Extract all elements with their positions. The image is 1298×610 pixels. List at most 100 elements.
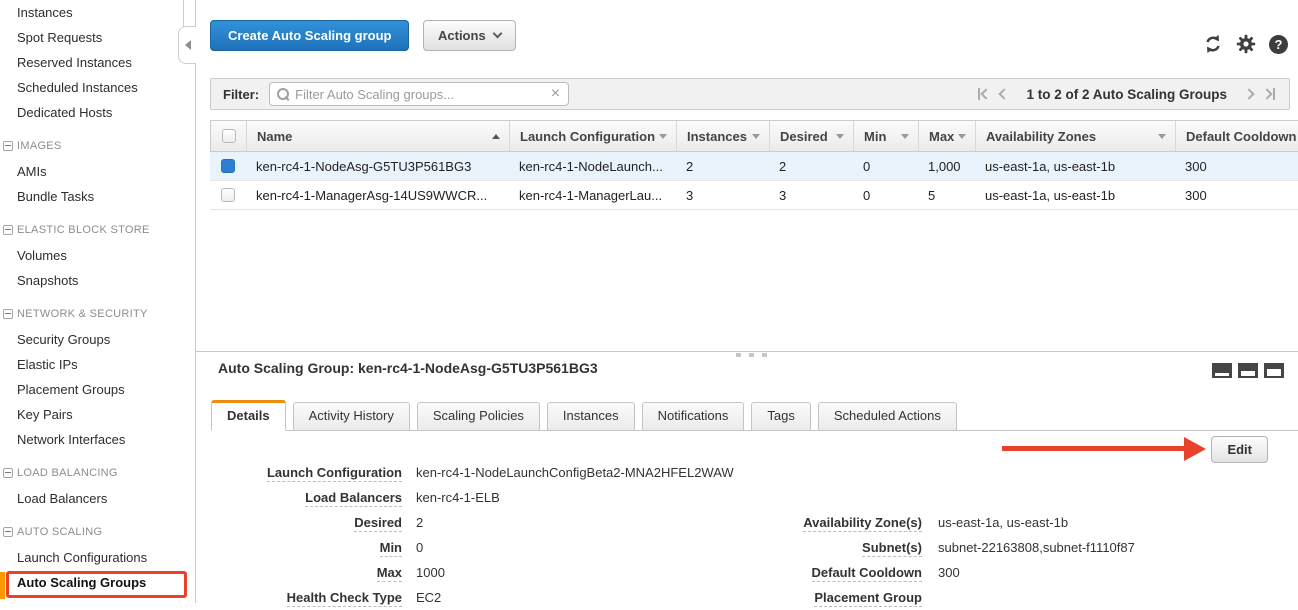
details-tab-bar: Details Activity History Scaling Policie… <box>211 402 1298 431</box>
sidebar-section-elastic-block-store[interactable]: ELASTIC BLOCK STORE <box>0 218 195 243</box>
detail-row: Launch Configuration ken-rc4-1-NodeLaunc… <box>218 460 734 485</box>
pane-layout-medium-icon[interactable] <box>1238 363 1258 378</box>
tab-tags[interactable]: Tags <box>751 402 810 430</box>
sidebar-item-amis[interactable]: AMIs <box>0 159 195 184</box>
row-checkbox-checked[interactable] <box>221 159 235 173</box>
sidebar-item-load-balancers[interactable]: Load Balancers <box>0 486 195 511</box>
filter-search-box[interactable]: × <box>269 82 569 106</box>
sidebar-item-security-groups[interactable]: Security Groups <box>0 327 195 352</box>
table-row[interactable]: ken-rc4-1-NodeAsg-G5TU3P561BG3 ken-rc4-1… <box>210 152 1298 181</box>
collapse-minus-icon[interactable] <box>3 225 13 235</box>
column-header-min[interactable]: Min <box>854 121 919 151</box>
tab-activity-history[interactable]: Activity History <box>293 402 410 430</box>
sidebar-item-instances[interactable]: Instances <box>0 0 195 25</box>
sidebar-item-elastic-ips[interactable]: Elastic IPs <box>0 352 195 377</box>
pane-resize-grip[interactable] <box>736 353 767 357</box>
tab-notifications[interactable]: Notifications <box>642 402 745 430</box>
sidebar-item-volumes[interactable]: Volumes <box>0 243 195 268</box>
table-row[interactable]: ken-rc4-1-ManagerAsg-14US9WWCR... ken-rc… <box>210 181 1298 210</box>
annotation-arrow <box>1002 446 1184 451</box>
field-value: 2 <box>416 515 423 530</box>
column-menu-icon[interactable] <box>752 134 760 139</box>
column-menu-icon[interactable] <box>901 134 909 139</box>
sidebar-item-snapshots[interactable]: Snapshots <box>0 268 195 293</box>
column-menu-icon[interactable] <box>659 134 667 139</box>
field-label: Load Balancers <box>305 490 402 507</box>
previous-page-button[interactable] <box>1000 90 1008 98</box>
sidebar-item-reserved-instances[interactable]: Reserved Instances <box>0 50 195 75</box>
collapse-minus-icon[interactable] <box>3 141 13 151</box>
sidebar-item-launch-configurations[interactable]: Launch Configurations <box>0 545 195 570</box>
sidebar-section-images[interactable]: IMAGES <box>0 134 195 159</box>
details-fields-right: Availability Zone(s) us-east-1a, us-east… <box>762 510 1135 610</box>
pane-divider <box>196 351 1298 352</box>
pane-layout-small-icon[interactable] <box>1212 363 1232 378</box>
pane-layout-large-icon[interactable] <box>1264 363 1284 378</box>
sidebar-divider <box>183 0 184 27</box>
sidebar-item-placement-groups[interactable]: Placement Groups <box>0 377 195 402</box>
column-menu-icon[interactable] <box>1158 134 1166 139</box>
pagination: 1 to 2 of 2 Auto Scaling Groups <box>978 87 1275 102</box>
detail-row: Max 1000 <box>218 560 734 585</box>
tab-details[interactable]: Details <box>211 400 286 431</box>
detail-row: Min 0 <box>218 535 734 560</box>
edit-button[interactable]: Edit <box>1211 436 1268 463</box>
section-label: NETWORK & SECURITY <box>17 308 148 320</box>
field-value: ken-rc4-1-NodeLaunchConfigBeta2-MNA2HFEL… <box>416 465 734 480</box>
help-icon[interactable]: ? <box>1269 35 1288 54</box>
next-page-button[interactable] <box>1245 90 1253 98</box>
settings-gear-icon[interactable] <box>1236 34 1256 54</box>
collapse-minus-icon[interactable] <box>3 468 13 478</box>
last-page-button[interactable] <box>1263 88 1275 100</box>
sidebar-section-load-balancing[interactable]: LOAD BALANCING <box>0 461 195 486</box>
sidebar-collapse-handle[interactable] <box>178 26 196 64</box>
field-label: Placement Group <box>814 590 922 607</box>
sidebar-item-auto-scaling-groups[interactable]: Auto Scaling Groups <box>0 570 195 595</box>
sidebar-item-bundle-tasks[interactable]: Bundle Tasks <box>0 184 195 209</box>
field-value: 300 <box>938 565 960 580</box>
sidebar-item-scheduled-instances[interactable]: Scheduled Instances <box>0 75 195 100</box>
sidebar-item-spot-requests[interactable]: Spot Requests <box>0 25 195 50</box>
filter-search-input[interactable] <box>290 87 543 102</box>
tab-scaling-policies[interactable]: Scaling Policies <box>417 402 540 430</box>
detail-row: Default Cooldown 300 <box>762 560 1135 585</box>
pagination-text: 1 to 2 of 2 Auto Scaling Groups <box>1026 87 1227 102</box>
column-header-default-cooldown[interactable]: Default Cooldown <box>1176 121 1298 151</box>
column-menu-icon[interactable] <box>958 134 966 139</box>
column-menu-icon[interactable] <box>836 134 844 139</box>
section-label: IMAGES <box>17 140 62 152</box>
sidebar-section-auto-scaling[interactable]: AUTO SCALING <box>0 520 195 545</box>
row-checkbox[interactable] <box>221 188 235 202</box>
search-icon <box>277 87 290 101</box>
field-value: ken-rc4-1-ELB <box>416 490 500 505</box>
select-all-checkbox[interactable] <box>222 129 236 143</box>
details-panel-title: Auto Scaling Group: ken-rc4-1-NodeAsg-G5… <box>218 360 598 376</box>
clear-filter-icon[interactable]: × <box>551 86 560 102</box>
column-header-instances[interactable]: Instances <box>677 121 770 151</box>
column-header-launch-configuration[interactable]: Launch Configuration <box>510 121 677 151</box>
refresh-icon[interactable] <box>1203 34 1223 54</box>
column-header-name[interactable]: Name <box>247 121 510 151</box>
chevron-down-icon <box>492 29 502 39</box>
sidebar-item-dedicated-hosts[interactable]: Dedicated Hosts <box>0 100 195 125</box>
detail-row: Load Balancers ken-rc4-1-ELB <box>218 485 734 510</box>
create-auto-scaling-group-button[interactable]: Create Auto Scaling group <box>210 20 409 51</box>
actions-button[interactable]: Actions <box>423 20 516 51</box>
collapse-minus-icon[interactable] <box>3 309 13 319</box>
field-value: subnet-22163808,subnet-f1110f87 <box>938 540 1135 555</box>
collapse-minus-icon[interactable] <box>3 527 13 537</box>
column-header-desired[interactable]: Desired <box>770 121 854 151</box>
annotation-arrow-head-icon <box>1184 437 1206 461</box>
sidebar-section-network-security[interactable]: NETWORK & SECURITY <box>0 302 195 327</box>
sort-ascending-icon <box>492 134 500 139</box>
first-page-button[interactable] <box>978 88 990 100</box>
tab-scheduled-actions[interactable]: Scheduled Actions <box>818 402 957 430</box>
sidebar-item-network-interfaces[interactable]: Network Interfaces <box>0 427 195 452</box>
tab-instances[interactable]: Instances <box>547 402 635 430</box>
sidebar-item-key-pairs[interactable]: Key Pairs <box>0 402 195 427</box>
detail-row: Placement Group <box>762 585 1135 610</box>
section-label: AUTO SCALING <box>17 526 102 538</box>
column-header-max[interactable]: Max <box>919 121 976 151</box>
field-value: us-east-1a, us-east-1b <box>938 515 1068 530</box>
column-header-availability-zones[interactable]: Availability Zones <box>976 121 1176 151</box>
